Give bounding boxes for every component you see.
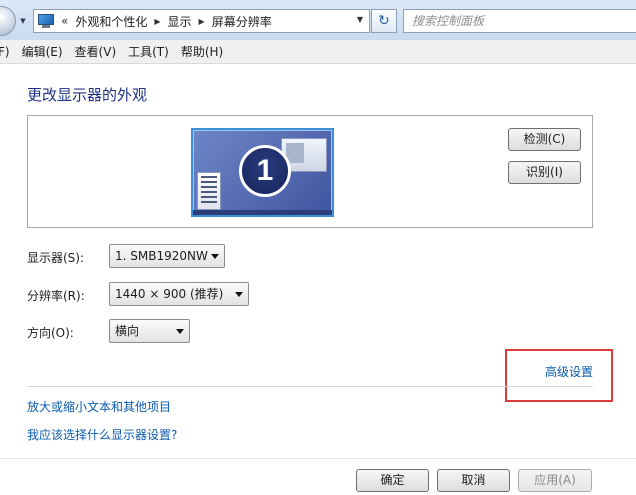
identify-button[interactable]: 识别(I) [508, 161, 581, 184]
menu-view[interactable]: 查看(V) [69, 43, 123, 60]
menu-tools[interactable]: 工具(T) [122, 43, 175, 60]
breadcrumb-overflow[interactable]: « [57, 14, 72, 28]
resolution-label: 分辨率(R): [27, 289, 85, 303]
forward-button[interactable] [0, 6, 16, 36]
menu-bar: F) 编辑(E) 查看(V) 工具(T) 帮助(H) [0, 40, 636, 64]
resolution-select-value: 1440 × 900 (推荐) [115, 287, 224, 301]
taskbar-thumbnail [193, 210, 332, 215]
orientation-select[interactable]: 横向 [109, 319, 190, 343]
chevron-down-icon [176, 329, 184, 334]
resolution-select[interactable]: 1440 × 900 (推荐) [109, 282, 249, 306]
advanced-settings-link[interactable]: 高级设置 [545, 363, 593, 380]
ok-button[interactable]: 确定 [356, 469, 429, 492]
monitor-preview-panel: 1 检测(C) 识别(I) [27, 115, 593, 228]
breadcrumb-item-appearance[interactable]: 外观和个性化 [72, 13, 150, 30]
menu-edit[interactable]: 编辑(E) [16, 43, 69, 60]
display-settings-help-link[interactable]: 我应该选择什么显示器设置? [27, 426, 177, 443]
page-title: 更改显示器的外观 [27, 86, 148, 104]
orientation-select-value: 横向 [115, 324, 140, 338]
cancel-button[interactable]: 取消 [437, 469, 510, 492]
history-dropdown-icon[interactable]: ▼ [18, 16, 28, 26]
divider [27, 386, 593, 387]
menu-file[interactable]: F) [0, 45, 16, 59]
detect-button[interactable]: 检测(C) [508, 128, 581, 151]
refresh-icon: ↻ [378, 13, 390, 29]
window-thumbnail [197, 172, 221, 210]
breadcrumb-item-display[interactable]: 显示 [165, 13, 195, 30]
address-bar: ▼ « 外观和个性化 ▶ 显示 ▶ 屏幕分辨率 ▼ ↻ 搜索控制面板 [0, 0, 636, 40]
display-label: 显示器(S): [27, 251, 85, 265]
breadcrumb-item-resolution[interactable]: 屏幕分辨率 [209, 13, 275, 30]
control-panel-icon [37, 13, 57, 29]
orientation-label: 方向(O): [27, 326, 74, 340]
monitor-number-badge: 1 [239, 145, 291, 197]
monitor-1-thumbnail[interactable]: 1 [191, 128, 334, 217]
chevron-right-icon[interactable]: ▶ [195, 17, 209, 26]
chevron-down-icon [235, 292, 243, 297]
breadcrumb[interactable]: « 外观和个性化 ▶ 显示 ▶ 屏幕分辨率 ▼ [33, 9, 370, 33]
address-dropdown-icon[interactable]: ▼ [357, 15, 363, 24]
text-size-link[interactable]: 放大或缩小文本和其他项目 [27, 398, 171, 415]
chevron-right-icon[interactable]: ▶ [150, 17, 164, 26]
apply-button[interactable]: 应用(A) [518, 469, 592, 492]
chevron-down-icon [211, 254, 219, 259]
footer-divider [0, 458, 636, 459]
display-select[interactable]: 1. SMB1920NW [109, 244, 225, 268]
menu-help[interactable]: 帮助(H) [175, 43, 229, 60]
display-select-value: 1. SMB1920NW [115, 249, 208, 263]
search-input[interactable]: 搜索控制面板 [403, 9, 636, 33]
refresh-button[interactable]: ↻ [371, 9, 397, 33]
